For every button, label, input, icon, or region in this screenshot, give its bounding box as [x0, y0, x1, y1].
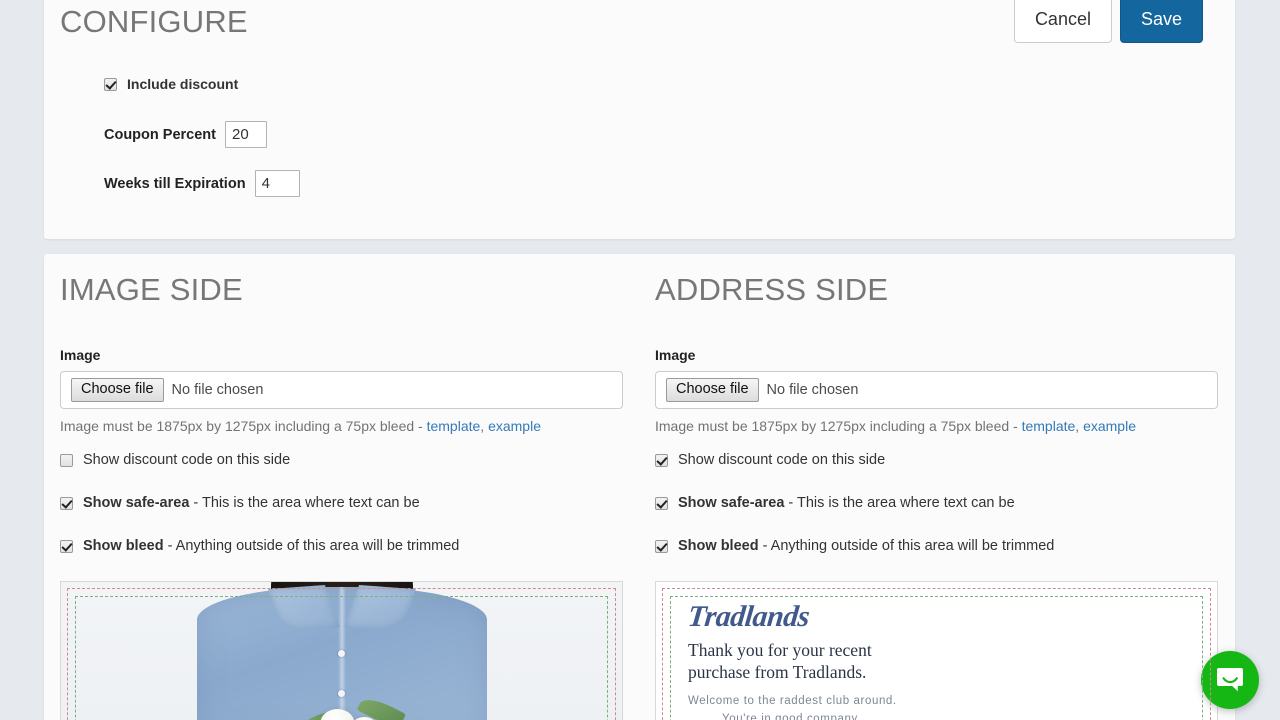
address-headline-line-1: Thank you for your recent	[688, 640, 872, 661]
image-side-show-discount-row[interactable]: Show discount code on this side	[60, 452, 623, 468]
image-side-show-bleed-bold: Show bleed	[83, 538, 164, 555]
address-side-preview[interactable]: Tradlands Thank you for your recent purc…	[655, 581, 1218, 720]
shirt-button-1	[338, 650, 345, 658]
configure-header: CONFIGURE Cancel Save	[60, 0, 1219, 68]
flower-icon	[319, 709, 354, 720]
address-sub-line-2: You're in good company.	[722, 712, 861, 720]
sides-panel: IMAGE SIDE Image Choose file No file cho…	[44, 254, 1235, 720]
image-side-show-safe-area-label: Show safe-area - This is the area where …	[83, 495, 420, 511]
cancel-button[interactable]: Cancel	[1013, 0, 1112, 43]
address-side-show-discount-row[interactable]: Show discount code on this side	[655, 452, 1218, 468]
weeks-expiration-row: Weeks till Expiration	[104, 170, 300, 197]
image-side-show-discount-checkbox[interactable]	[60, 453, 73, 467]
address-side-show-bleed-checkbox[interactable]	[655, 539, 668, 553]
address-side-choose-file-button[interactable]: Choose file	[666, 377, 759, 403]
image-side-show-bleed-row[interactable]: Show bleed - Anything outside of this ar…	[60, 538, 623, 554]
address-side-show-safe-area-rest: - This is the area where text can be	[784, 495, 1015, 512]
image-side-show-bleed-label: Show bleed - Anything outside of this ar…	[83, 538, 459, 554]
configure-form: Include discount Coupon Percent Weeks ti…	[104, 74, 300, 219]
address-side-help-prefix: Image must be 1875px by 1275px including…	[655, 418, 1022, 434]
address-side-show-discount-label: Show discount code on this side	[678, 452, 885, 468]
address-side-title: ADDRESS SIDE	[655, 272, 889, 307]
configure-panel: CONFIGURE Cancel Save Include discount C…	[44, 0, 1235, 239]
image-side-template-link[interactable]: template	[427, 418, 481, 434]
address-side-show-bleed-row[interactable]: Show bleed - Anything outside of this ar…	[655, 538, 1218, 554]
address-side-column: ADDRESS SIDE Image Choose file No file c…	[655, 274, 1218, 720]
include-discount-row[interactable]: Include discount	[104, 74, 300, 94]
image-side-help-separator: ,	[480, 418, 489, 434]
image-side-column: IMAGE SIDE Image Choose file No file cho…	[60, 274, 623, 720]
address-card-headline: Thank you for your recent purchase from …	[688, 640, 1197, 684]
address-side-example-link[interactable]: example	[1083, 418, 1136, 434]
action-buttons: Cancel Save	[1013, 0, 1203, 43]
address-side-show-safe-area-checkbox[interactable]	[655, 496, 668, 510]
image-side-show-safe-area-row[interactable]: Show safe-area - This is the area where …	[60, 495, 623, 511]
image-side-show-bleed-checkbox[interactable]	[60, 539, 73, 553]
address-sub-line-1: Welcome to the raddest club around.	[688, 694, 897, 707]
image-side-help-text: Image must be 1875px by 1275px including…	[60, 417, 623, 435]
weeks-expiration-label: Weeks till Expiration	[104, 175, 246, 192]
shirt-collar-left	[267, 585, 340, 632]
address-card-content: Tradlands Thank you for your recent purc…	[686, 600, 1197, 720]
address-side-help-separator: ,	[1075, 418, 1084, 434]
image-side-help-prefix: Image must be 1875px by 1275px including…	[60, 418, 427, 434]
address-side-show-discount-checkbox[interactable]	[655, 453, 668, 467]
intercom-launcher-button[interactable]	[1201, 651, 1259, 709]
address-side-show-safe-area-row[interactable]: Show safe-area - This is the area where …	[655, 495, 1218, 511]
address-side-artwork: Tradlands Thank you for your recent purc…	[656, 582, 1217, 720]
image-side-image-label: Image	[60, 347, 101, 363]
save-button[interactable]: Save	[1119, 0, 1203, 43]
image-side-preview[interactable]	[60, 581, 623, 720]
image-side-example-link[interactable]: example	[488, 418, 541, 434]
image-side-title: IMAGE SIDE	[60, 272, 243, 307]
flower-bouquet	[294, 687, 416, 720]
address-side-show-safe-area-bold: Show safe-area	[678, 495, 785, 512]
address-side-help-text: Image must be 1875px by 1275px including…	[655, 417, 1218, 435]
address-side-template-link[interactable]: template	[1022, 418, 1076, 434]
coupon-percent-label: Coupon Percent	[104, 126, 216, 143]
app-page: CONFIGURE Cancel Save Include discount C…	[0, 0, 1280, 720]
image-side-choose-file-button[interactable]: Choose file	[71, 377, 164, 403]
address-side-no-file-text: No file chosen	[766, 382, 859, 398]
chat-bubble-icon	[1215, 665, 1245, 695]
address-headline-line-2: purchase from Tradlands.	[688, 662, 867, 683]
address-side-show-bleed-label: Show bleed - Anything outside of this ar…	[678, 538, 1054, 554]
include-discount-label: Include discount	[127, 76, 239, 92]
image-side-show-safe-area-bold: Show safe-area	[83, 495, 190, 512]
image-side-artwork	[61, 582, 622, 720]
address-side-show-bleed-rest: - Anything outside of this area will be …	[758, 538, 1055, 555]
image-side-show-discount-text: Show discount code on this side	[83, 452, 291, 469]
address-side-show-discount-text: Show discount code on this side	[678, 452, 886, 469]
address-side-image-label: Image	[655, 347, 696, 363]
image-side-show-safe-area-rest: - This is the area where text can be	[189, 495, 420, 512]
image-side-show-discount-label: Show discount code on this side	[83, 452, 290, 468]
page-title: CONFIGURE	[60, 4, 248, 39]
image-side-no-file-text: No file chosen	[171, 382, 264, 398]
address-side-show-safe-area-label: Show safe-area - This is the area where …	[678, 495, 1015, 511]
tradlands-logo: Tradlands	[686, 600, 811, 634]
address-side-file-input[interactable]: Choose file No file chosen	[655, 371, 1218, 409]
address-side-show-bleed-bold: Show bleed	[678, 538, 759, 555]
image-side-file-input[interactable]: Choose file No file chosen	[60, 371, 623, 409]
weeks-expiration-input[interactable]	[254, 170, 300, 197]
image-side-show-bleed-rest: - Anything outside of this area will be …	[163, 538, 460, 555]
address-card-subtext: Welcome to the raddest club around. You'…	[688, 693, 1197, 720]
include-discount-checkbox[interactable]	[104, 77, 117, 91]
coupon-percent-input[interactable]	[224, 121, 267, 148]
leaf-icon	[356, 694, 406, 720]
image-side-show-safe-area-checkbox[interactable]	[60, 496, 73, 510]
shirt-collar-right	[343, 585, 416, 632]
coupon-percent-row: Coupon Percent	[104, 121, 300, 148]
